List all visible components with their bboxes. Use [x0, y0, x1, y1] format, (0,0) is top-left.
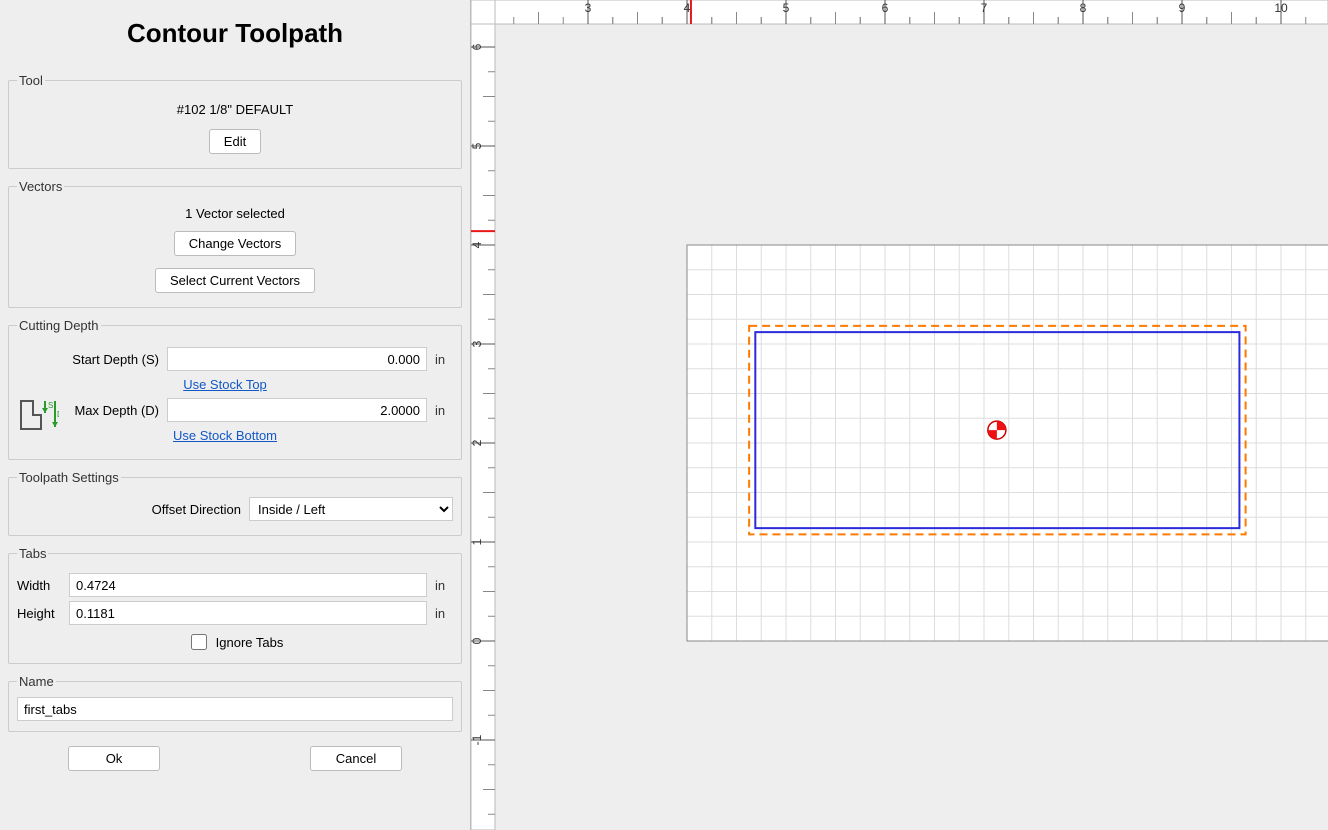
name-group: Name — [8, 674, 462, 732]
ruler-vertical — [471, 0, 495, 830]
ruler-y-label: 5 — [471, 142, 484, 149]
ruler-y-label: 4 — [471, 241, 484, 248]
ruler-x-label: 8 — [1080, 1, 1087, 15]
offset-direction-select[interactable]: Inside / Left — [249, 497, 453, 521]
ruler-x-label: 10 — [1274, 1, 1288, 15]
ruler-x-label: 5 — [783, 1, 790, 15]
tool-name-label: #102 1/8" DEFAULT — [17, 102, 453, 117]
tool-group: Tool #102 1/8" DEFAULT Edit — [8, 73, 462, 169]
svg-text:S: S — [48, 401, 53, 410]
ruler-x-label: 4 — [684, 1, 691, 15]
cutting-depth-legend: Cutting Depth — [17, 318, 101, 333]
edit-tool-button[interactable]: Edit — [209, 129, 261, 154]
tabs-height-label: Height — [17, 606, 61, 621]
change-vectors-button[interactable]: Change Vectors — [174, 231, 297, 256]
ruler-y-label: 0 — [471, 637, 484, 644]
tabs-width-label: Width — [17, 578, 61, 593]
cutting-depth-group: Cutting Depth S D Start Depth (S) in Use… — [8, 318, 462, 460]
tabs-width-unit: in — [435, 578, 453, 593]
ruler-x-label: 9 — [1179, 1, 1186, 15]
ruler-y-label: -1 — [471, 734, 484, 745]
vectors-group: Vectors 1 Vector selected Change Vectors… — [8, 179, 462, 308]
offset-direction-label: Offset Direction — [152, 502, 241, 517]
ignore-tabs-label: Ignore Tabs — [216, 635, 284, 650]
ruler-y-label: 3 — [471, 340, 484, 347]
origin-marker-icon — [988, 421, 1006, 439]
ruler-x-label: 6 — [882, 1, 889, 15]
settings-panel: Contour Toolpath Tool #102 1/8" DEFAULT … — [0, 0, 471, 830]
toolpath-name-input[interactable] — [17, 697, 453, 721]
cancel-button[interactable]: Cancel — [310, 746, 402, 771]
max-depth-unit: in — [435, 403, 453, 418]
vectors-legend: Vectors — [17, 179, 64, 194]
tabs-height-unit: in — [435, 606, 453, 621]
use-stock-top-link[interactable]: Use Stock Top — [183, 377, 267, 392]
tabs-height-input[interactable] — [69, 601, 427, 625]
tabs-width-input[interactable] — [69, 573, 427, 597]
max-depth-input[interactable] — [167, 398, 427, 422]
start-depth-input[interactable] — [167, 347, 427, 371]
max-depth-label: Max Depth (D) — [74, 403, 159, 418]
depth-diagram-icon: S D — [19, 395, 59, 435]
ruler-x-label: 7 — [981, 1, 988, 15]
ruler-y-label: 1 — [471, 538, 484, 545]
name-legend: Name — [17, 674, 56, 689]
ruler-x-label: 3 — [585, 1, 592, 15]
drawing-canvas[interactable]: 3456789106543210-1 — [471, 0, 1328, 830]
vectors-status: 1 Vector selected — [17, 206, 453, 221]
ok-button[interactable]: Ok — [68, 746, 160, 771]
start-depth-label: Start Depth (S) — [72, 352, 159, 367]
toolpath-settings-legend: Toolpath Settings — [17, 470, 121, 485]
start-depth-unit: in — [435, 352, 453, 367]
page-title: Contour Toolpath — [8, 18, 462, 49]
svg-text:D: D — [57, 410, 59, 419]
tool-legend: Tool — [17, 73, 45, 88]
tabs-legend: Tabs — [17, 546, 48, 561]
ignore-tabs-checkbox[interactable] — [191, 634, 207, 650]
select-current-vectors-button[interactable]: Select Current Vectors — [155, 268, 315, 293]
tabs-group: Tabs Width in Height in Ignore Tabs — [8, 546, 462, 664]
toolpath-settings-group: Toolpath Settings Offset Direction Insid… — [8, 470, 462, 536]
ruler-y-label: 2 — [471, 439, 484, 446]
ruler-y-label: 6 — [471, 43, 484, 50]
ruler-horizontal — [471, 0, 1328, 24]
use-stock-bottom-link[interactable]: Use Stock Bottom — [173, 428, 277, 443]
